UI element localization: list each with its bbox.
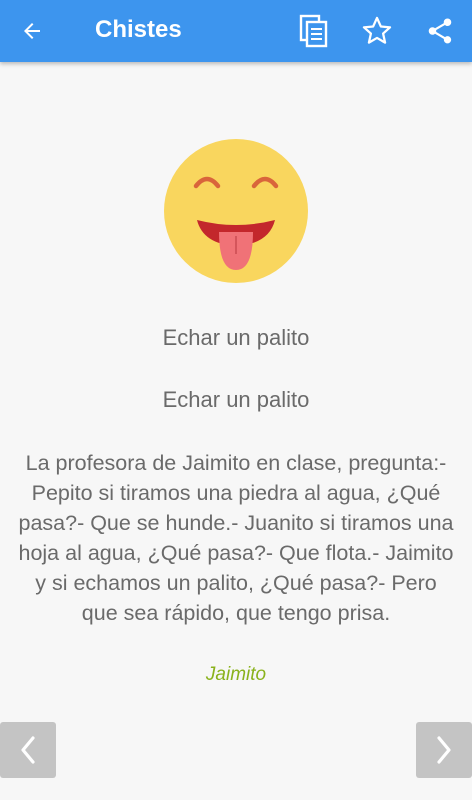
chevron-right-icon: [437, 736, 451, 764]
arrow-left-icon: [24, 23, 40, 39]
copy-icon: [299, 14, 328, 48]
app-bar: Chistes: [0, 0, 472, 62]
joke-subtitle: Echar un palito: [162, 387, 310, 412]
favorite-button[interactable]: [357, 11, 397, 51]
back-button[interactable]: [14, 13, 50, 49]
tongue-out-emoji-icon: [164, 139, 308, 283]
chevron-left-icon: [21, 736, 35, 764]
joke-content: Echar un palito Echar un palito La profe…: [0, 62, 472, 800]
next-button[interactable]: [416, 722, 472, 778]
copy-button[interactable]: [294, 11, 334, 51]
share-button[interactable]: [420, 11, 460, 51]
joke-title: Echar un palito: [162, 325, 310, 350]
previous-button[interactable]: [0, 722, 56, 778]
joke-category[interactable]: Jaimito: [0, 662, 472, 688]
joke-text: La profesora de Jaimito en clase, pregun…: [18, 451, 454, 625]
page-title: Chistes: [95, 16, 182, 43]
share-icon: [428, 18, 452, 44]
star-icon: [362, 16, 392, 44]
